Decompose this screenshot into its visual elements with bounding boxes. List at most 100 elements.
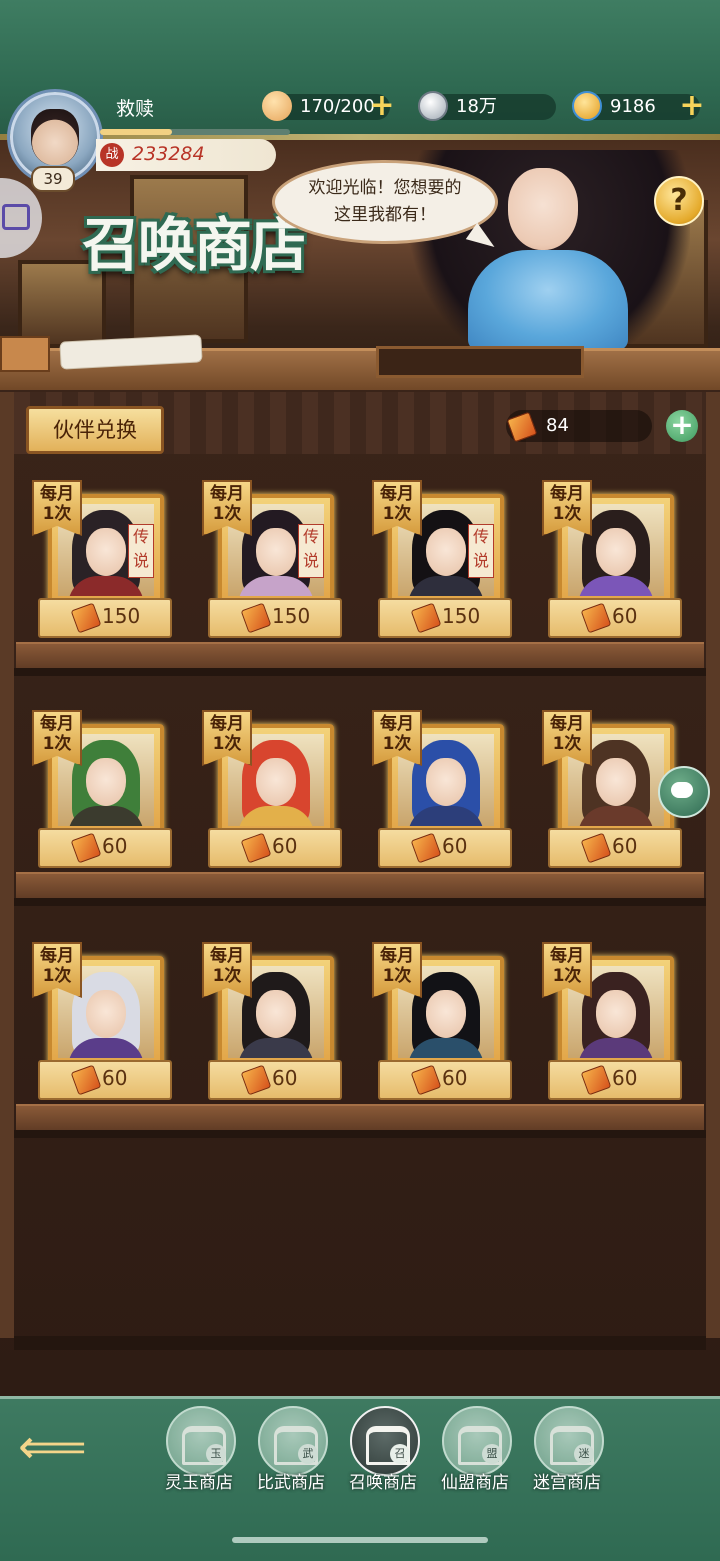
- shelf-divider: [14, 1130, 706, 1138]
- add-currency-button[interactable]: +: [666, 410, 698, 442]
- partner-face: [596, 758, 636, 806]
- home-indicator: [232, 1537, 488, 1543]
- chat-float-button[interactable]: [658, 766, 710, 818]
- nav-tab-1[interactable]: 玉灵玉商店: [154, 1404, 244, 1494]
- partner-card[interactable]: 每月 1次 60: [202, 942, 344, 1112]
- partner-face: [86, 990, 126, 1038]
- power-icon: 战: [100, 143, 124, 167]
- shop-seal: 迷: [574, 1444, 594, 1464]
- combat-power: 战 233284: [96, 139, 276, 171]
- chat-bubble-icon: [671, 782, 693, 798]
- partner-card[interactable]: 每月 1次 60: [542, 480, 684, 650]
- wooden-box: [0, 336, 50, 372]
- partner-face: [256, 758, 296, 806]
- price-value: 60: [612, 834, 638, 858]
- price-button[interactable]: 150: [208, 598, 342, 638]
- price-value: 150: [272, 604, 311, 628]
- price-button[interactable]: 60: [38, 1060, 172, 1100]
- resource-jade: 9186 +: [572, 91, 705, 121]
- shop-title: 召唤商店: [82, 211, 308, 279]
- price-button[interactable]: 60: [208, 1060, 342, 1100]
- speech-bubble: 欢迎光临！您想要的 这里我都有！: [272, 160, 498, 244]
- shelf-divider: [14, 898, 706, 906]
- help-button[interactable]: ?: [654, 176, 704, 226]
- partner-card[interactable]: 每月 1次 60: [202, 710, 344, 880]
- partner-card[interactable]: 每月 1次 60: [372, 710, 514, 880]
- bun-icon: [262, 91, 292, 121]
- shop-seal: 武: [298, 1444, 318, 1464]
- price-value: 150: [102, 604, 141, 628]
- summon-token-icon: [240, 602, 272, 634]
- add-stamina-button[interactable]: +: [368, 91, 396, 121]
- summon-token-icon: [240, 1064, 272, 1096]
- price-value: 60: [102, 834, 128, 858]
- partner-card[interactable]: 传 说每月 1次 150: [32, 480, 174, 650]
- summon-token-icon: [70, 832, 102, 864]
- partner-face: [596, 990, 636, 1038]
- shop-pavilion-icon: 盟: [442, 1406, 512, 1476]
- price-button[interactable]: 60: [548, 828, 682, 868]
- partner-card[interactable]: 每月 1次 60: [32, 710, 174, 880]
- summon-token-icon: [410, 832, 442, 864]
- shop-seal: 玉: [206, 1444, 226, 1464]
- speech-text: 欢迎光临！您想要的 这里我都有！: [308, 178, 462, 225]
- price-value: 60: [612, 604, 638, 628]
- spiral-jade-icon: [572, 91, 602, 121]
- price-value: 60: [612, 1066, 638, 1090]
- shop-pavilion-icon: 召: [350, 1406, 420, 1476]
- chat-icon: [2, 204, 30, 230]
- summon-token-icon: [70, 1064, 102, 1096]
- partner-card[interactable]: 传 说每月 1次 150: [202, 480, 344, 650]
- avatar-face: [31, 109, 79, 165]
- player-name: 救赎: [116, 98, 155, 120]
- nav-tab-4[interactable]: 盟仙盟商店: [430, 1404, 520, 1494]
- partner-face: [86, 758, 126, 806]
- coins-value: 18万: [456, 96, 497, 117]
- partner-card[interactable]: 每月 1次 60: [542, 942, 684, 1112]
- partner-face: [426, 990, 466, 1038]
- currency-amount: 84: [546, 415, 569, 436]
- summon-token-icon: [240, 832, 272, 864]
- summon-token-icon: [580, 832, 612, 864]
- summon-token-icon: [410, 1064, 442, 1096]
- price-button[interactable]: 60: [378, 1060, 512, 1100]
- summon-token-icon: [506, 411, 538, 443]
- shelf-divider: [14, 668, 706, 676]
- partner-card[interactable]: 每月 1次 60: [32, 942, 174, 1112]
- summon-token-icon: [580, 602, 612, 634]
- nav-tab-5[interactable]: 迷迷宫商店: [522, 1404, 612, 1494]
- price-button[interactable]: 150: [38, 598, 172, 638]
- price-button[interactable]: 60: [38, 828, 172, 868]
- partner-card[interactable]: 每月 1次 60: [372, 942, 514, 1112]
- abacus: [376, 346, 584, 378]
- partner-face: [426, 528, 466, 576]
- nav-tab-label: 仙盟商店: [441, 1473, 509, 1493]
- partner-face: [596, 528, 636, 576]
- price-button[interactable]: 60: [548, 598, 682, 638]
- exchange-currency: 84: [506, 410, 652, 443]
- price-button[interactable]: 60: [548, 1060, 682, 1100]
- legend-tag: 传 说: [128, 524, 154, 578]
- summon-token-icon: [410, 602, 442, 634]
- nav-tab-label: 召唤商店: [349, 1473, 417, 1493]
- price-button[interactable]: 60: [378, 828, 512, 868]
- price-button[interactable]: 150: [378, 598, 512, 638]
- stamina-value: 170/200: [300, 96, 375, 117]
- shopkeeper-face: [508, 168, 578, 250]
- nav-tab-3[interactable]: 召召唤商店: [338, 1404, 428, 1494]
- nav-tab-2[interactable]: 武比武商店: [246, 1404, 336, 1494]
- price-value: 60: [102, 1066, 128, 1090]
- shelf-frame-left: [0, 392, 14, 1338]
- price-value: 60: [272, 1066, 298, 1090]
- shop-seal: 盟: [482, 1444, 502, 1464]
- summon-token-icon: [580, 1064, 612, 1096]
- price-button[interactable]: 60: [208, 828, 342, 868]
- legend-tag: 传 说: [298, 524, 324, 578]
- xp-bar: [100, 129, 290, 135]
- shop-pavilion-icon: 迷: [534, 1406, 604, 1476]
- tab-partner-exchange[interactable]: 伙伴兑换: [26, 406, 164, 454]
- partner-card[interactable]: 传 说每月 1次 150: [372, 480, 514, 650]
- arrow-back-icon[interactable]: ⟸: [18, 1422, 87, 1472]
- shop-pavilion-icon: 玉: [166, 1406, 236, 1476]
- add-jade-button[interactable]: +: [678, 91, 706, 121]
